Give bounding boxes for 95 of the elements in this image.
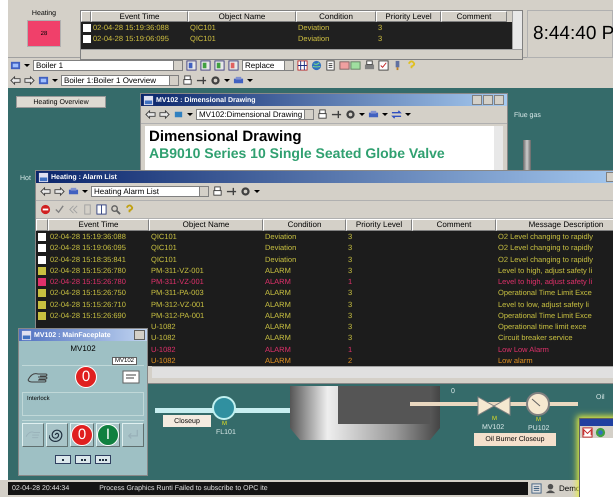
checkbox[interactable] — [38, 312, 46, 320]
caret-icon[interactable] — [405, 113, 411, 116]
layout-icon[interactable] — [200, 60, 211, 71]
column-header[interactable]: Comment — [441, 11, 507, 22]
forward-icon[interactable] — [24, 75, 35, 86]
mode-dropdown[interactable]: Replace — [242, 60, 294, 71]
scrollbar[interactable] — [152, 366, 613, 378]
column-header[interactable]: Message Description — [496, 219, 613, 231]
workstation-icon[interactable] — [68, 186, 79, 197]
checkbox[interactable] — [38, 300, 46, 308]
checkmark-icon[interactable] — [54, 204, 65, 215]
scrollbar[interactable] — [81, 49, 522, 59]
checkbox[interactable] — [38, 266, 46, 275]
caret-icon[interactable] — [224, 79, 230, 82]
auto-button[interactable] — [46, 423, 68, 447]
display-dropdown[interactable]: Boiler 1:Boiler 1 Overview — [61, 75, 179, 86]
printer-icon[interactable] — [182, 75, 193, 86]
column-header[interactable]: Event Time — [91, 11, 188, 22]
document-subheading: AB9010 Series 10 Single Seated Globe Valve — [149, 145, 446, 161]
close-button[interactable] — [134, 330, 145, 340]
single-view-button[interactable] — [55, 455, 71, 464]
split-view-icon[interactable] — [339, 60, 361, 71]
caret-icon[interactable] — [382, 113, 388, 116]
message-icon[interactable] — [122, 370, 140, 384]
gear-icon[interactable] — [345, 109, 356, 120]
column-header[interactable]: Priority Level — [346, 219, 412, 231]
display-icon[interactable] — [38, 75, 49, 86]
printer-icon[interactable] — [317, 109, 328, 120]
caret-icon[interactable] — [52, 79, 58, 82]
document-heading: Dimensional Drawing — [149, 128, 303, 145]
header-corner — [36, 219, 48, 231]
gear-icon[interactable] — [240, 186, 251, 197]
back-icon[interactable] — [40, 186, 51, 197]
list-icon[interactable] — [531, 483, 542, 494]
on-button[interactable]: I — [97, 424, 119, 446]
column-header[interactable]: Event Time — [48, 219, 149, 231]
column-header[interactable]: Condition — [263, 219, 346, 231]
triple-view-button[interactable] — [95, 455, 111, 464]
manual-button[interactable] — [22, 423, 44, 447]
checklist-icon[interactable] — [378, 60, 389, 71]
caret-icon[interactable] — [24, 64, 30, 67]
checkbox[interactable] — [38, 289, 46, 298]
display-dropdown[interactable]: MV102:Dimensional Drawing — [196, 109, 314, 120]
back-icon[interactable] — [10, 75, 21, 86]
caret-icon[interactable] — [359, 113, 365, 116]
caret-icon[interactable] — [187, 113, 193, 116]
layout-icon[interactable] — [186, 60, 197, 71]
off-button[interactable]: 0 — [71, 424, 93, 446]
column-header[interactable]: Object Name — [188, 11, 296, 22]
checkbox[interactable] — [38, 278, 46, 286]
forward-icon[interactable] — [159, 109, 170, 120]
pin-icon[interactable] — [196, 75, 207, 86]
globe-icon[interactable] — [595, 426, 606, 438]
clock: 8:44:40 P — [527, 10, 613, 58]
caret-icon[interactable] — [254, 190, 260, 193]
stop-icon[interactable] — [40, 204, 51, 215]
window-icon — [143, 94, 154, 106]
header-corner — [81, 11, 91, 22]
display-icon[interactable] — [10, 60, 21, 71]
column-header[interactable]: Object Name — [149, 219, 263, 231]
layout-icon[interactable] — [228, 60, 239, 71]
window-icon — [38, 172, 49, 182]
window-icon — [21, 330, 32, 340]
faceplate-tag: MV102 — [22, 344, 144, 353]
caret-icon[interactable] — [247, 79, 253, 82]
scrollbar[interactable] — [512, 11, 522, 49]
pin-icon[interactable] — [331, 109, 342, 120]
column-header[interactable]: Priority Level — [376, 11, 441, 22]
printer-icon[interactable] — [212, 186, 223, 197]
search-icon[interactable] — [110, 204, 121, 215]
column-header[interactable]: Condition — [296, 11, 376, 22]
double-view-button[interactable] — [75, 455, 91, 464]
gear-icon[interactable] — [210, 75, 221, 86]
document-icon[interactable] — [325, 60, 336, 71]
columns-icon[interactable] — [96, 204, 107, 215]
alarm-list-dropdown[interactable]: Heating Alarm List — [91, 186, 209, 197]
user-icon[interactable] — [545, 483, 556, 494]
scrollbar[interactable] — [494, 126, 503, 170]
back-icon[interactable] — [145, 109, 156, 120]
layout-icon[interactable] — [214, 60, 225, 71]
spiral-icon — [49, 427, 65, 443]
workstation-icon[interactable] — [368, 109, 379, 120]
enter-button[interactable] — [122, 423, 144, 447]
print-icon[interactable] — [364, 60, 375, 71]
forward-icon[interactable] — [54, 186, 65, 197]
transfer-icon[interactable] — [391, 109, 402, 120]
mail-icon[interactable] — [582, 426, 593, 438]
pin-icon[interactable] — [226, 186, 237, 197]
workstation-icon[interactable] — [233, 75, 244, 86]
area-dropdown[interactable]: Boiler 1 — [33, 60, 183, 71]
window-controls[interactable] — [472, 95, 504, 105]
column-header[interactable]: Comment — [412, 219, 496, 231]
grid-icon[interactable] — [297, 60, 308, 71]
caret-icon[interactable] — [82, 190, 88, 193]
state-indicator: 0 — [75, 366, 97, 388]
